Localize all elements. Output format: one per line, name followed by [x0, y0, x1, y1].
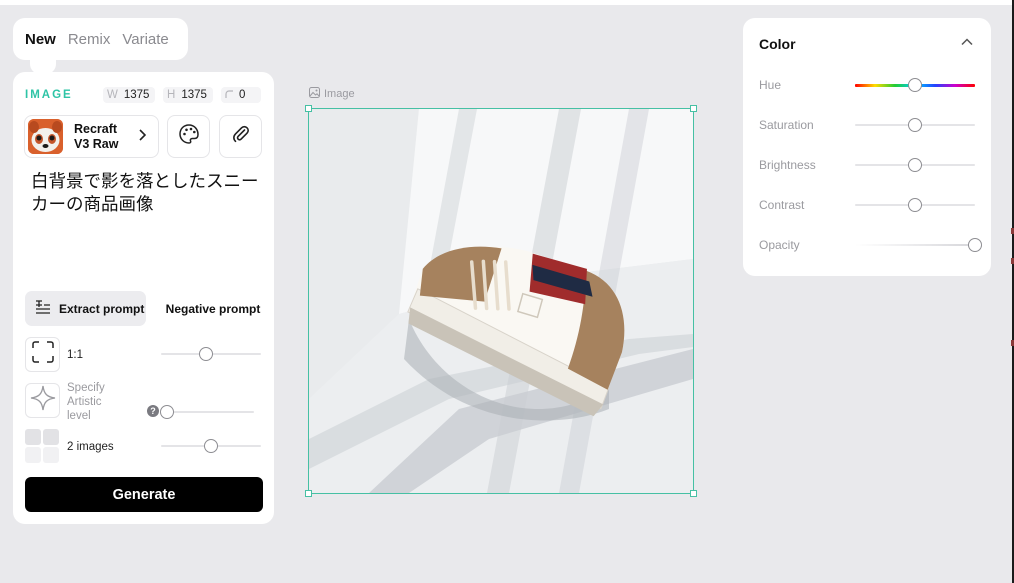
mode-tabs: New Remix Variate	[13, 18, 188, 60]
image-count-knob[interactable]	[204, 439, 218, 453]
canvas-image-label: Image	[309, 87, 355, 101]
saturation-knob[interactable]	[908, 118, 922, 132]
height-value: 1375	[181, 89, 207, 101]
extract-prompt-label: Extract prompt	[59, 301, 145, 316]
hue-row: Hue	[759, 78, 975, 92]
aspect-ratio-button[interactable]	[25, 337, 60, 372]
hue-slider[interactable]	[855, 78, 975, 92]
aspect-ratio-row: 1:1	[25, 337, 263, 373]
generate-button[interactable]: Generate	[25, 477, 263, 512]
image-count-grid-icon[interactable]	[25, 429, 60, 464]
sneaker-photo	[309, 109, 693, 493]
image-count-label: 2 images	[67, 441, 114, 453]
opacity-track	[855, 244, 975, 246]
extract-prompt-button[interactable]: Extract prompt	[25, 291, 146, 326]
corner-radius-value: 0	[239, 89, 246, 101]
brightness-slider[interactable]	[855, 158, 975, 172]
width-key: W	[107, 89, 118, 101]
artistic-level-label: Specify Artistic level	[67, 382, 105, 422]
width-value: 1375	[123, 89, 150, 101]
contrast-row: Contrast	[759, 198, 975, 212]
opacity-row: Opacity	[759, 238, 982, 252]
opacity-slider[interactable]	[855, 238, 982, 252]
help-icon[interactable]: ?	[147, 405, 159, 417]
image-count-slider[interactable]	[161, 439, 261, 453]
corner-radius-field[interactable]: 0	[221, 87, 261, 103]
color-panel: Color Hue Saturation Brightness Contrast…	[743, 18, 991, 276]
artistic-level-button[interactable]	[25, 383, 60, 418]
saturation-row: Saturation	[759, 118, 975, 132]
resize-handle-top-right[interactable]	[690, 105, 697, 112]
tab-remix[interactable]: Remix	[68, 31, 111, 48]
width-field[interactable]: W 1375	[103, 87, 155, 103]
palette-icon	[178, 123, 200, 150]
artistic-level-slider[interactable]	[160, 405, 254, 419]
image-icon	[309, 87, 324, 101]
model-name-line1: Recraft	[74, 121, 118, 136]
resize-handle-bottom-left[interactable]	[305, 490, 312, 497]
artistic-level-row: Specify Artistic level ?	[25, 382, 263, 422]
top-strip	[0, 0, 1014, 5]
height-field[interactable]: H 1375	[163, 87, 213, 103]
height-key: H	[167, 89, 176, 101]
tab-variate[interactable]: Variate	[122, 31, 168, 48]
resize-handle-top-left[interactable]	[305, 105, 312, 112]
contrast-slider[interactable]	[855, 198, 975, 212]
artistic-level-track	[167, 411, 254, 413]
aspect-ratio-slider[interactable]	[161, 347, 261, 361]
sparkle-icon	[30, 385, 56, 416]
artistic-level-knob[interactable]	[160, 405, 174, 419]
contrast-knob[interactable]	[908, 198, 922, 212]
aspect-ratio-label: 1:1	[67, 349, 83, 361]
text-lines-icon	[25, 300, 59, 317]
generation-panel: IMAGE W 1375 H 1375 0 Recraft V3 Raw 白背景…	[13, 72, 274, 524]
style-palette-button[interactable]	[167, 115, 210, 158]
chevron-up-icon[interactable]	[959, 34, 975, 50]
image-section-label: IMAGE	[25, 89, 73, 101]
saturation-slider[interactable]	[855, 118, 975, 132]
resize-handle-bottom-right[interactable]	[690, 490, 697, 497]
chevron-right-icon	[138, 128, 147, 146]
paperclip-icon	[231, 124, 251, 149]
attach-button[interactable]	[219, 115, 262, 158]
brightness-label: Brightness	[759, 158, 816, 172]
aspect-ratio-knob[interactable]	[199, 347, 213, 361]
model-selector[interactable]: Recraft V3 Raw	[24, 115, 159, 158]
contrast-label: Contrast	[759, 198, 805, 212]
aspect-ratio-icon	[31, 340, 55, 369]
negative-prompt-button[interactable]: Negative prompt	[158, 291, 268, 326]
color-panel-title: Color	[759, 36, 796, 52]
opacity-knob[interactable]	[968, 238, 982, 252]
opacity-label: Opacity	[759, 238, 800, 252]
prompt-input[interactable]: 白背景で影を落としたスニーカーの商品画像	[25, 170, 261, 278]
hue-label: Hue	[759, 78, 782, 92]
model-name-line2: V3 Raw	[74, 136, 119, 151]
image-count-row: 2 images	[25, 429, 263, 465]
saturation-label: Saturation	[759, 118, 814, 132]
tab-new[interactable]: New	[25, 31, 56, 48]
red-panda-avatar	[28, 119, 63, 154]
brightness-row: Brightness	[759, 158, 975, 172]
brightness-knob[interactable]	[908, 158, 922, 172]
hue-knob[interactable]	[908, 78, 922, 92]
canvas-image-label-text: Image	[324, 88, 355, 100]
model-name: Recraft V3 Raw	[74, 122, 134, 152]
canvas-image-frame[interactable]	[305, 105, 697, 497]
corner-radius-icon	[225, 89, 233, 101]
image-settings-row: IMAGE W 1375 H 1375 0	[25, 86, 262, 104]
